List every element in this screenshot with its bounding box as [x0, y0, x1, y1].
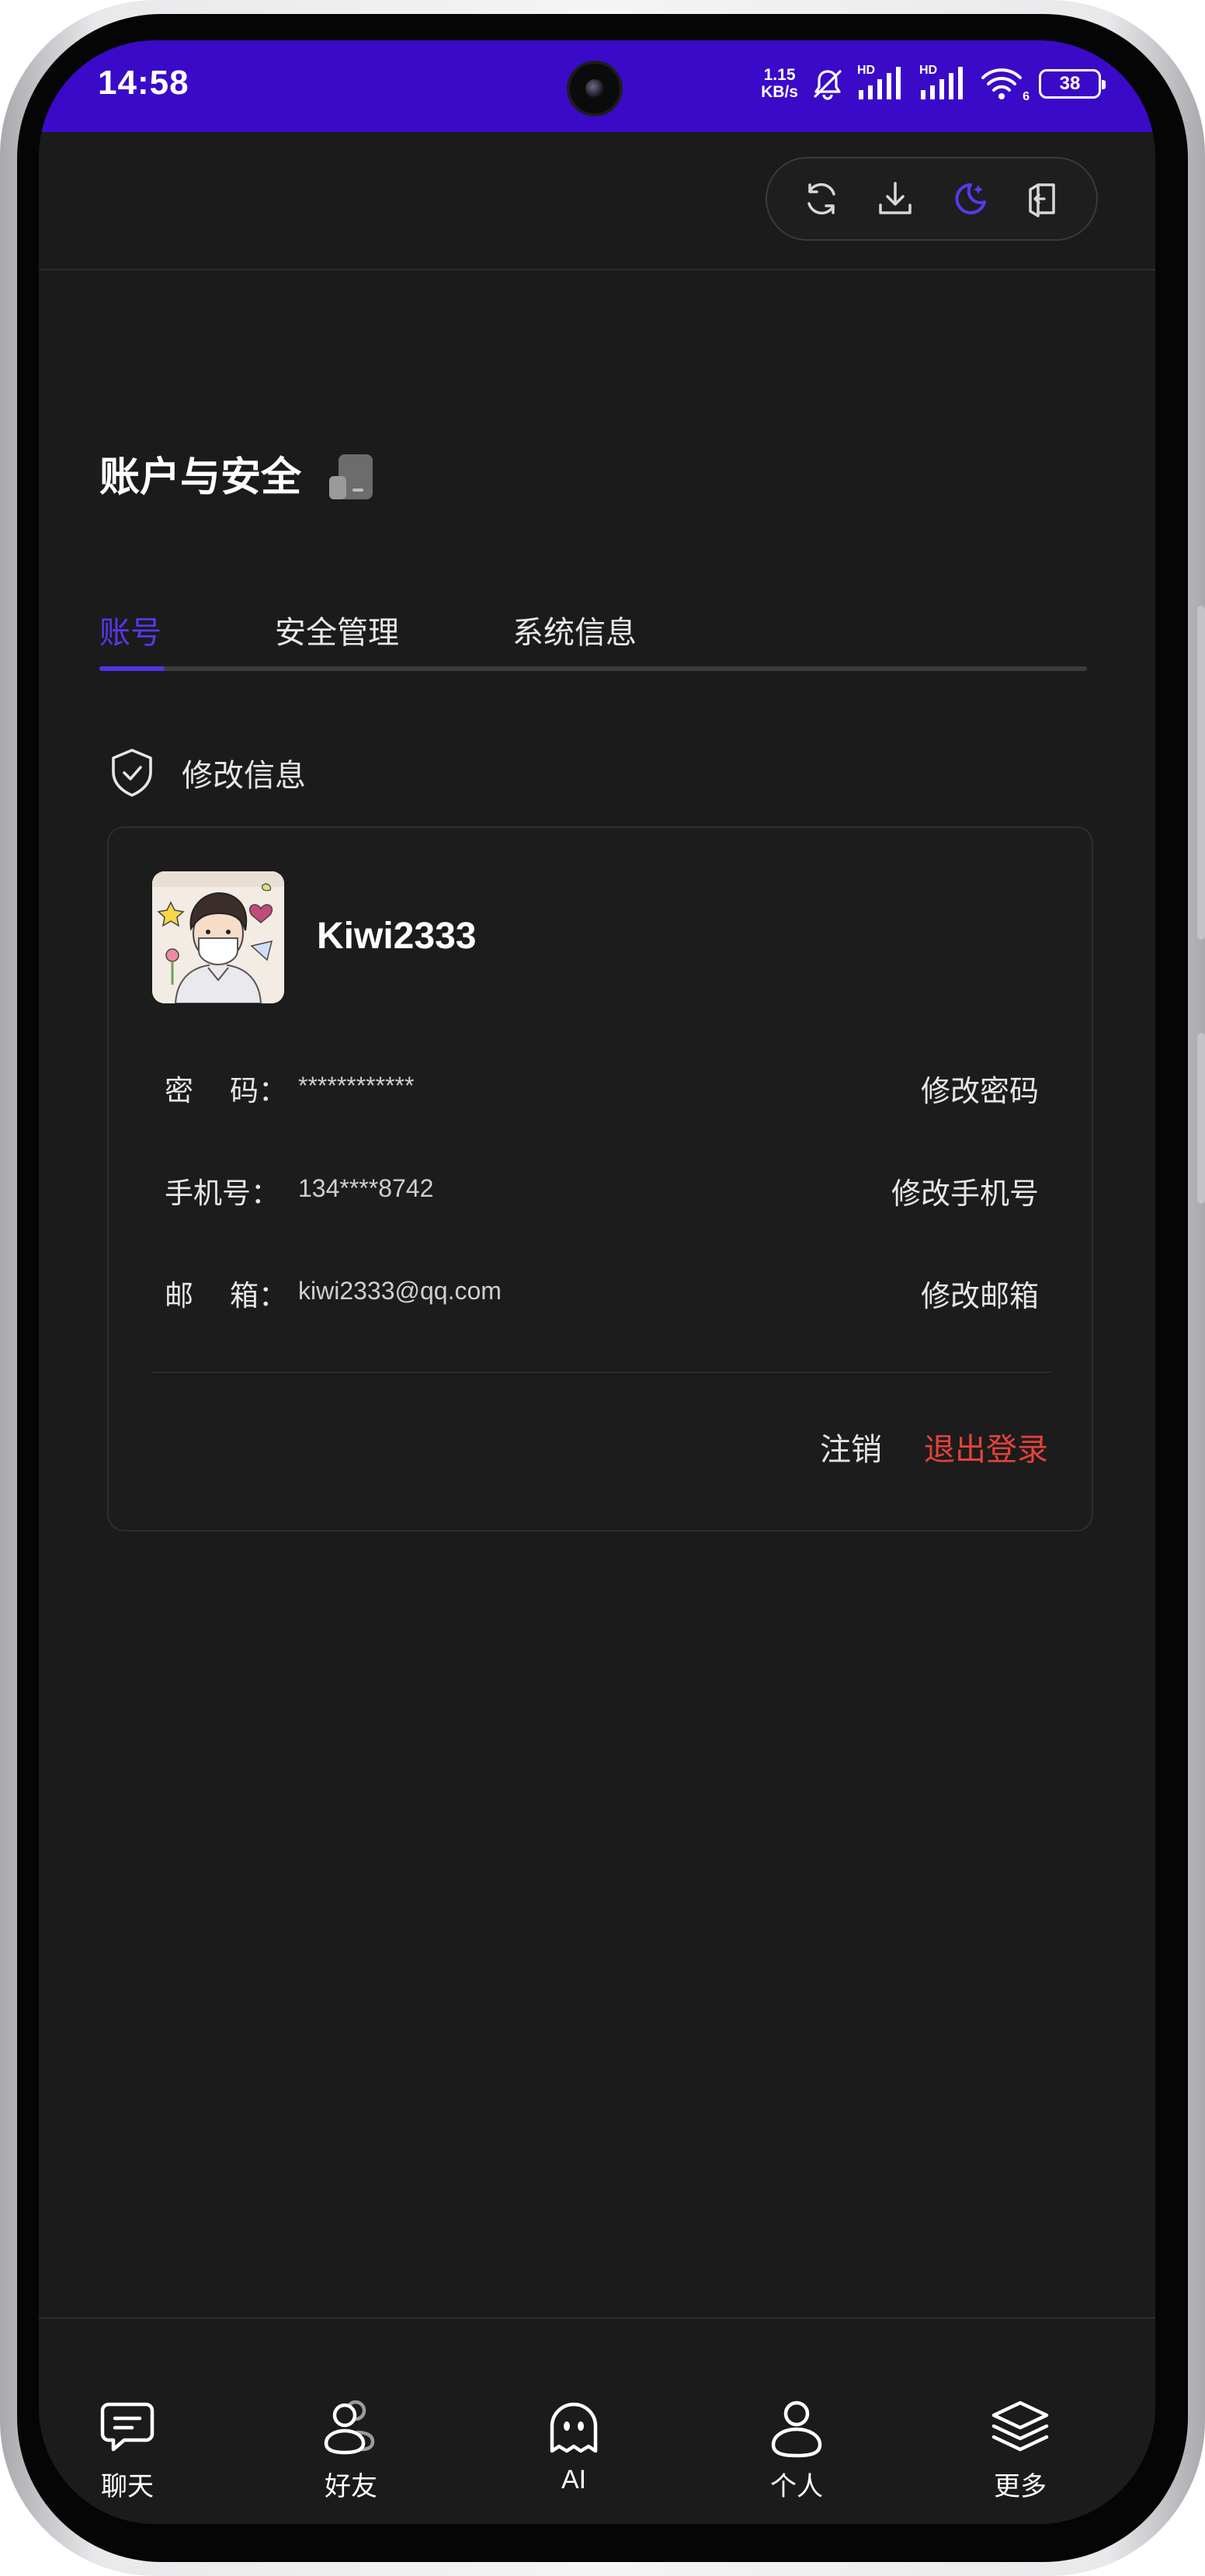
- page-title: 账户与安全: [99, 454, 302, 501]
- toolbar: [766, 157, 1098, 241]
- email-value: kiwi2333@qq.com: [298, 1277, 502, 1305]
- section-title: 修改信息: [182, 758, 306, 794]
- signal-2: HD: [919, 64, 969, 101]
- shield-check-icon: [112, 749, 152, 797]
- device-icon: [325, 450, 373, 499]
- tab-account[interactable]: 账号: [99, 607, 161, 652]
- nav-chat-label: 聊天: [101, 2471, 154, 2502]
- password-row: 密 码： ************ 修改密码: [165, 1061, 1039, 1110]
- status-icons: 1.15 KB/s HD HD 6 38: [761, 64, 1106, 103]
- tab-track: [99, 666, 1087, 671]
- wifi-icon: [981, 68, 1022, 99]
- password-label: 密 码：: [165, 1074, 288, 1107]
- avatar[interactable]: [152, 871, 284, 1003]
- header-divider: [39, 269, 1155, 270]
- account-card: Kiwi2333 密 码： ************ 修改密码 手机号： 134…: [107, 826, 1093, 1531]
- tab-bar: 账号 安全管理 系统信息: [99, 607, 1087, 671]
- change-phone-button[interactable]: 修改手机号: [891, 1170, 1039, 1212]
- nav-ai[interactable]: AI: [512, 2397, 636, 2495]
- exit-icon: [1028, 183, 1055, 217]
- username: Kiwi2333: [317, 916, 477, 957]
- network-speed: 1.15 KB/s: [761, 66, 798, 101]
- nav-more-label: 更多: [994, 2471, 1047, 2502]
- phone-label: 手机号：: [165, 1177, 280, 1210]
- change-email-button[interactable]: 修改邮箱: [921, 1272, 1039, 1315]
- card-divider: [152, 1371, 1051, 1373]
- page-header: 账户与安全: [99, 444, 373, 502]
- phone-row: 手机号： 134****8742 修改手机号: [165, 1163, 1039, 1212]
- download-icon: [878, 182, 912, 214]
- tab-indicator: [99, 666, 165, 671]
- chat-icon: [100, 2402, 155, 2452]
- refresh-icon: [807, 183, 835, 215]
- moon-icon: [954, 183, 986, 214]
- signal-bars-icon: [859, 67, 901, 99]
- exit-button[interactable]: [1015, 171, 1071, 227]
- nav-profile[interactable]: 个人: [734, 2397, 859, 2503]
- change-password-button[interactable]: 修改密码: [921, 1067, 1039, 1110]
- dark-mode-button[interactable]: [941, 171, 997, 227]
- ghost-icon: [550, 2402, 598, 2453]
- nav-friends[interactable]: 好友: [289, 2397, 413, 2503]
- status-time: 14:58: [98, 64, 189, 102]
- volume-button: [1197, 1033, 1205, 1204]
- nav-ai-label: AI: [561, 2465, 587, 2494]
- battery-indicator: 38: [1039, 69, 1106, 99]
- nav-profile-label: 个人: [770, 2471, 823, 2502]
- bottom-nav: 聊天 好友 AI 个人 更多: [39, 2319, 1155, 2524]
- deactivate-account-button[interactable]: 注销: [820, 1424, 882, 1469]
- screen: 14:58 1.15 KB/s HD HD 6 38 账户与安全 账号 安全管理…: [39, 40, 1155, 2524]
- phone-frame: 14:58 1.15 KB/s HD HD 6 38 账户与安全 账号 安全管理…: [0, 0, 1205, 2576]
- phone-value: 134****8742: [298, 1174, 434, 1202]
- nav-friends-label: 好友: [325, 2471, 377, 2502]
- nav-more[interactable]: 更多: [958, 2397, 1082, 2503]
- bell-muted-icon: [814, 70, 842, 100]
- tab-security[interactable]: 安全管理: [275, 607, 399, 652]
- user-icon: [771, 2400, 822, 2458]
- layers-icon: [991, 2400, 1049, 2452]
- power-button: [1197, 606, 1205, 940]
- download-button[interactable]: [867, 171, 923, 227]
- logout-button[interactable]: 退出登录: [924, 1424, 1048, 1469]
- section-header: 修改信息: [107, 747, 306, 798]
- refresh-button[interactable]: [793, 171, 849, 227]
- password-value: ************: [298, 1072, 415, 1100]
- signal-bars-icon: [921, 67, 963, 99]
- email-label: 邮 箱：: [165, 1279, 288, 1312]
- status-bar: 14:58 1.15 KB/s HD HD 6 38: [39, 40, 1155, 132]
- friends-icon: [324, 2400, 375, 2455]
- tab-system-info[interactable]: 系统信息: [512, 607, 637, 652]
- nav-chat[interactable]: 聊天: [65, 2397, 189, 2503]
- wifi: 6: [981, 67, 1030, 103]
- front-camera: [570, 64, 620, 113]
- signal-1: HD: [857, 64, 907, 101]
- email-row: 邮 箱： kiwi2333@qq.com 修改邮箱: [165, 1266, 1039, 1315]
